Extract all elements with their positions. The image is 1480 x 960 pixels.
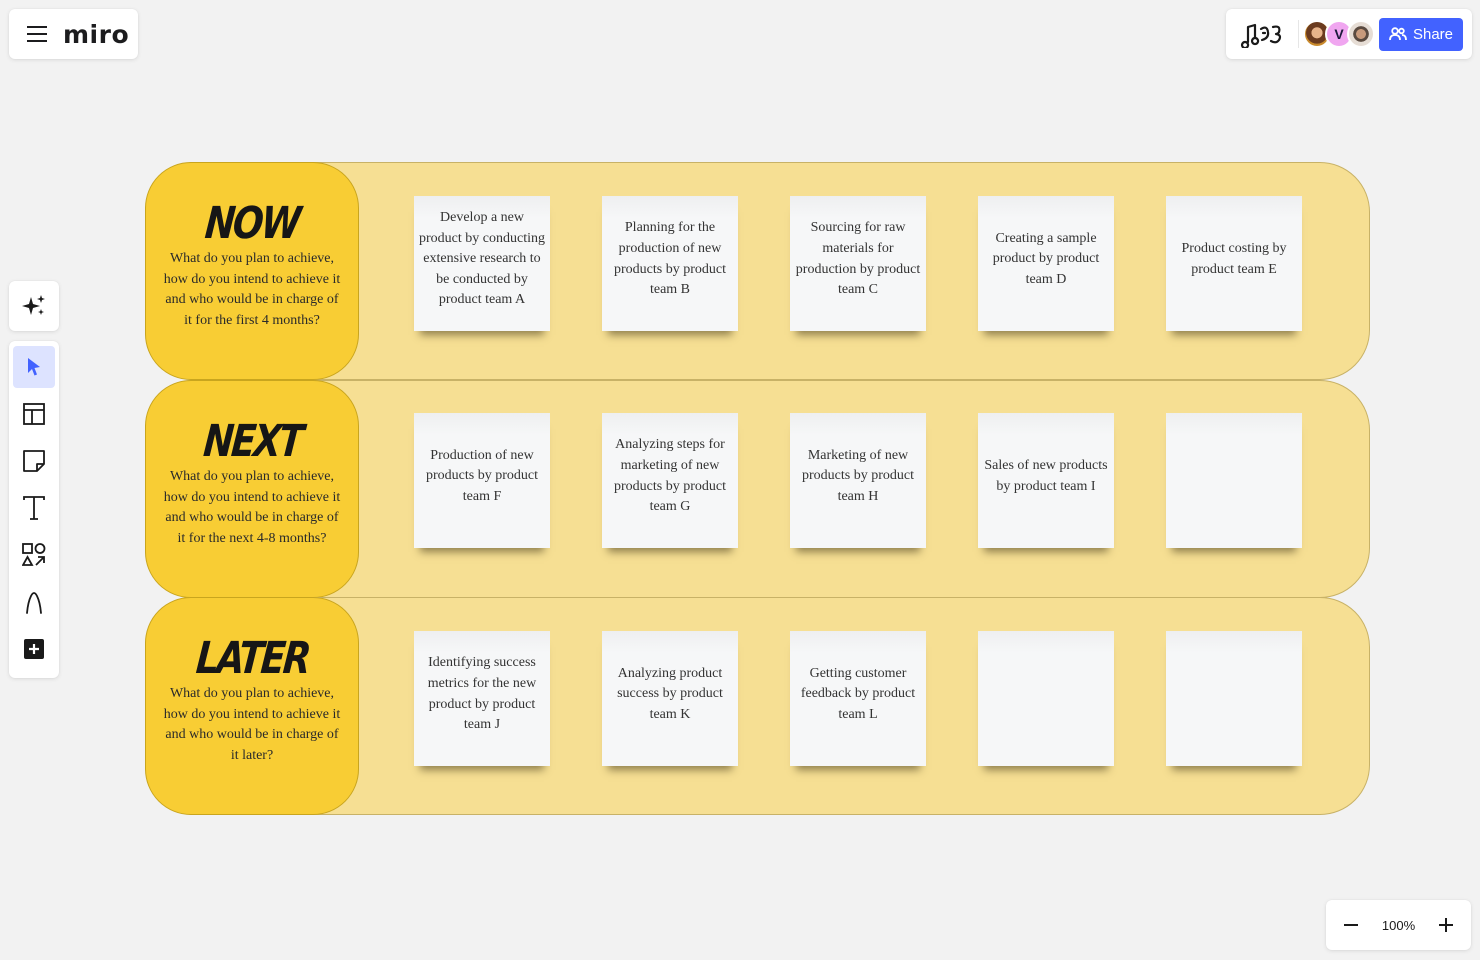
avatar-collaborator-3[interactable] xyxy=(1347,20,1375,48)
top-right-bar: V Share xyxy=(1226,9,1472,59)
sticky-note-text: Analyzing product success by product tea… xyxy=(617,665,723,722)
creation-toolbar xyxy=(9,341,59,678)
sticky-note[interactable]: Identifying success metrics for the new … xyxy=(414,631,550,766)
shapes-icon xyxy=(22,543,46,566)
zoom-out-button[interactable] xyxy=(1338,912,1364,938)
row-description: What do you plan to achieve, how do you … xyxy=(163,251,341,328)
sparkle-icon xyxy=(22,295,45,315)
sticky-note[interactable]: Getting customer feedback by product tea… xyxy=(790,631,926,766)
ai-assist-button[interactable] xyxy=(13,285,55,327)
more-tools-button[interactable] xyxy=(13,628,55,670)
plus-icon xyxy=(1439,918,1453,932)
text-icon xyxy=(23,496,45,520)
sticky-note[interactable]: Marketing of new products by product tea… xyxy=(790,413,926,548)
text-tool[interactable] xyxy=(13,487,55,529)
cursor-icon xyxy=(28,358,40,376)
collaborator-avatars: V xyxy=(1303,20,1375,48)
sticky-note[interactable]: Product costing by product team E xyxy=(1166,196,1302,331)
share-label: Share xyxy=(1412,25,1454,43)
sticky-note-tool[interactable] xyxy=(13,440,55,482)
miro-logo[interactable]: miro xyxy=(63,20,129,49)
pen-tool[interactable] xyxy=(13,581,55,623)
zoom-controls: 100% xyxy=(1326,900,1471,950)
sticky-note-text: Sales of new products by product team I xyxy=(984,457,1108,494)
sticky-note-text: Sourcing for raw materials for productio… xyxy=(795,220,921,298)
sticky-note[interactable]: Creating a sample product by product tea… xyxy=(978,196,1114,331)
zoom-in-button[interactable] xyxy=(1433,912,1459,938)
sticky-note[interactable] xyxy=(1166,413,1302,548)
minus-icon xyxy=(1344,924,1358,926)
shapes-tool[interactable] xyxy=(13,534,55,576)
sticky-note-text: Identifying success metrics for the new … xyxy=(427,655,537,733)
sticky-note-icon xyxy=(23,450,45,472)
sticky-note-text: Marketing of new products by product tea… xyxy=(802,447,914,504)
row-label-card[interactable]: NEXT What do you plan to achieve, how do … xyxy=(145,380,359,598)
roadmap-row-next: NEXT What do you plan to achieve, how do … xyxy=(145,380,1370,598)
template-icon xyxy=(23,403,45,425)
sticky-note[interactable] xyxy=(978,631,1114,766)
sticky-note[interactable]: Production of new products by product te… xyxy=(414,413,550,548)
sticky-note-text: Production of new products by product te… xyxy=(426,447,538,504)
avatar-initial: V xyxy=(1334,26,1344,42)
row-label-card[interactable]: LATER What do you plan to achieve, how do… xyxy=(145,597,359,815)
users-icon xyxy=(1389,27,1407,41)
row-description: What do you plan to achieve, how do you … xyxy=(163,469,341,546)
sticky-note[interactable]: Sourcing for raw materials for productio… xyxy=(790,196,926,331)
sticky-note[interactable]: Analyzing steps for marketing of new pro… xyxy=(602,413,738,548)
main-menu-button[interactable] xyxy=(17,14,57,54)
sticky-note[interactable]: Sales of new products by product team I xyxy=(978,413,1114,548)
sticky-note-text: Analyzing steps for marketing of new pro… xyxy=(614,437,726,515)
sticky-note-text: Getting customer feedback by product tea… xyxy=(800,665,916,722)
templates-tool[interactable] xyxy=(13,393,55,435)
sticky-note[interactable]: Planning for the production of new produ… xyxy=(602,196,738,331)
pen-icon xyxy=(26,592,42,614)
plus-icon xyxy=(24,639,44,659)
sticky-note-text: Product costing by product team E xyxy=(1181,240,1287,277)
sticky-note[interactable]: Analyzing product success by product tea… xyxy=(602,631,738,766)
sticky-note[interactable]: Develop a new product by conducting exte… xyxy=(414,196,550,331)
zoom-level[interactable]: 100% xyxy=(1382,918,1415,933)
sticky-note-text: Planning for the production of new produ… xyxy=(614,220,726,298)
top-left-bar: miro xyxy=(9,9,138,59)
roadmap-row-now: NOW What do you plan to achieve, how do y… xyxy=(145,162,1370,380)
sticky-note[interactable] xyxy=(1166,631,1302,766)
roadmap-row-later: LATER What do you plan to achieve, how do… xyxy=(145,597,1370,815)
select-tool[interactable] xyxy=(13,346,55,388)
toolbar-divider xyxy=(1298,20,1299,48)
ai-assist-panel xyxy=(9,281,59,331)
reactions-button[interactable] xyxy=(1236,14,1292,54)
row-title: NOW xyxy=(203,198,301,249)
row-title: LATER xyxy=(193,633,311,684)
row-label-card[interactable]: NOW What do you plan to achieve, how do y… xyxy=(145,162,359,380)
sticky-note-text: Develop a new product by conducting exte… xyxy=(419,210,545,308)
row-title: NEXT xyxy=(201,416,303,467)
reactions-icon xyxy=(1240,23,1282,48)
sticky-note-text: Creating a sample product by product tea… xyxy=(992,230,1100,287)
hamburger-menu-icon xyxy=(27,26,47,42)
share-button[interactable]: Share xyxy=(1379,17,1463,51)
row-description: What do you plan to achieve, how do you … xyxy=(163,686,341,763)
